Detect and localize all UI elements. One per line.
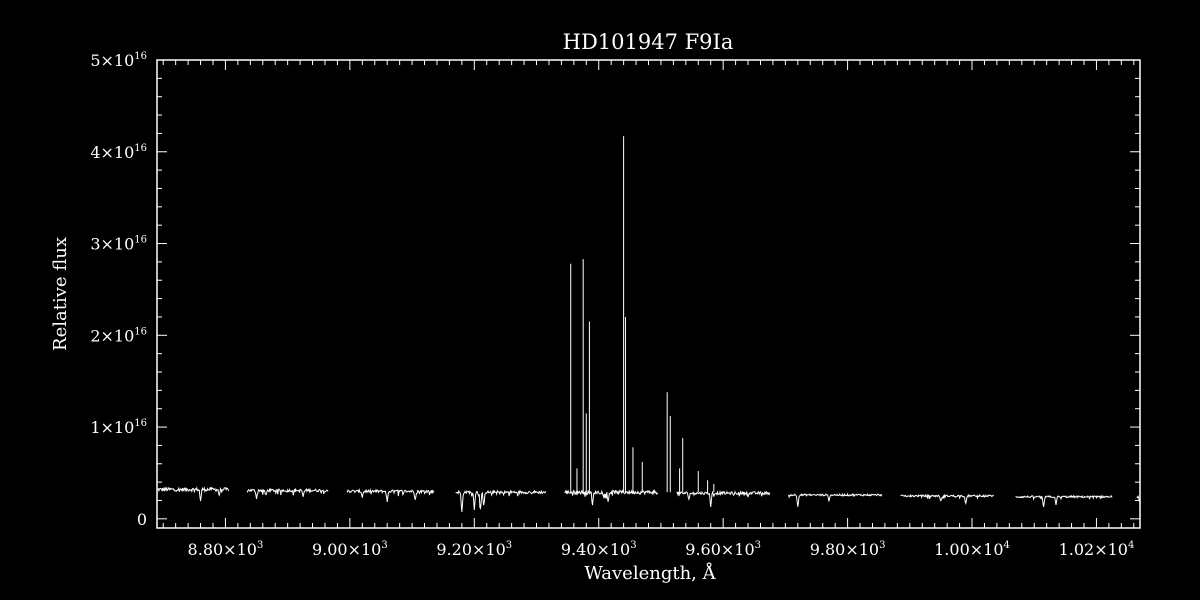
y-tick-label: 3×1016: [90, 235, 147, 254]
y-tick-label: 4×1016: [90, 143, 147, 162]
chart-title: HD101947 F9Ia: [563, 30, 734, 54]
y-tick-label: 0: [137, 510, 147, 529]
x-tick-label: 9.40×103: [561, 540, 637, 559]
spectrum-segment: [246, 487, 329, 499]
x-tick-label: 8.80×103: [188, 540, 264, 559]
spectrum-series: [157, 136, 1140, 513]
spectrum-segment: [157, 486, 229, 502]
plot-frame: [156, 59, 1141, 529]
spectrum-segment: [564, 488, 659, 506]
y-axis-label: Relative flux: [50, 237, 71, 351]
spectrum-segment: [346, 487, 435, 502]
spectrum-segment: [900, 493, 994, 506]
spectrum-segment: [1015, 494, 1113, 507]
x-tick-label: 9.80×103: [810, 540, 886, 559]
spectrum-segment: [455, 489, 547, 513]
y-tick-label: 1×1016: [90, 418, 147, 437]
x-tick-label: 9.60×103: [685, 540, 761, 559]
x-tick-label: 1.02×104: [1059, 540, 1135, 559]
spectrum-chart: HD101947 F9Ia Relative flux Wavelength, …: [50, 30, 1141, 584]
y-tick-label: 2×1016: [90, 326, 147, 345]
x-axis-label: Wavelength, Å: [584, 562, 716, 584]
spectrum-segment: [676, 489, 771, 508]
y-tick-label: 5×1016: [90, 51, 147, 70]
x-tick-label: 1.00×104: [934, 540, 1010, 559]
x-tick-label: 9.20×103: [436, 540, 512, 559]
spectrum-segment: [788, 492, 883, 507]
x-tick-label: 9.00×103: [312, 540, 388, 559]
spectrum-segment: [1136, 494, 1140, 504]
